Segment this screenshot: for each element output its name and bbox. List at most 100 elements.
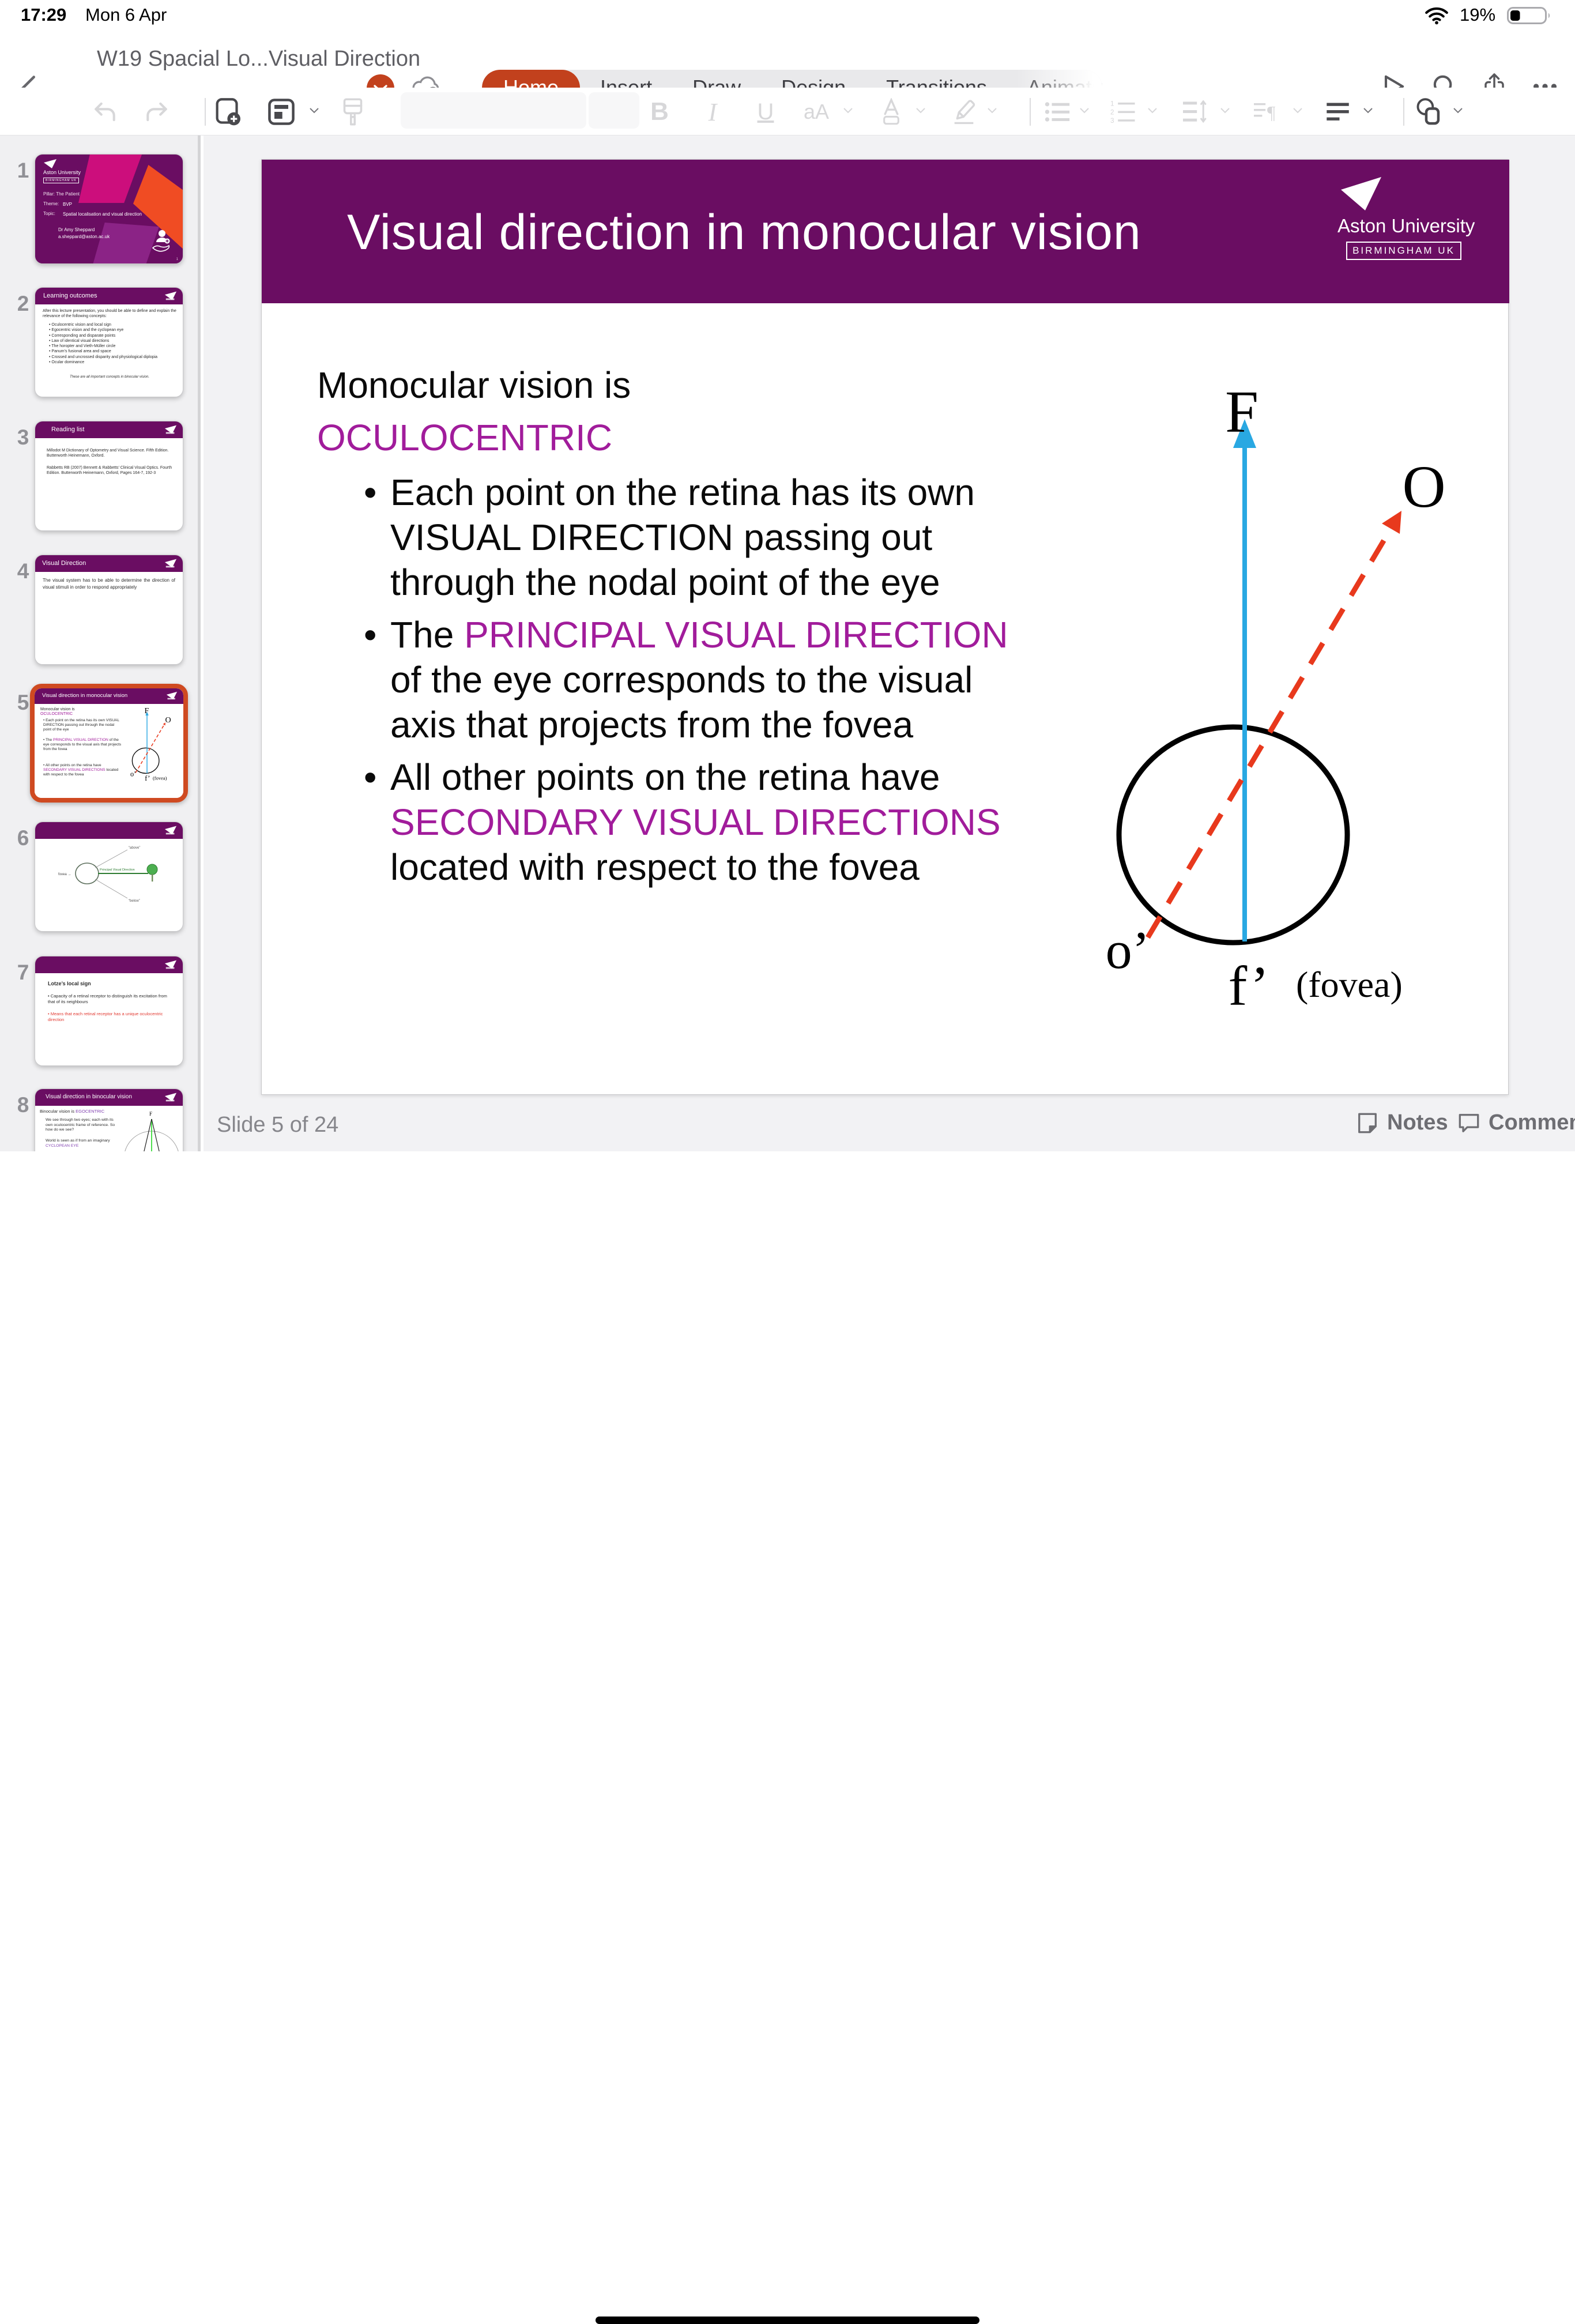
- slide-editor-surface[interactable]: Visual direction in monocular vision Ast…: [261, 159, 1509, 1095]
- person-icon: [149, 228, 174, 256]
- font-size-field[interactable]: [589, 92, 639, 129]
- highlight-chevron-icon[interactable]: [987, 107, 997, 114]
- svg-text:“above”: “above”: [129, 846, 140, 850]
- text-direction-button[interactable]: ¶: [1252, 97, 1282, 127]
- thumb1-topic-label: Topic:: [43, 211, 55, 216]
- slide-layout-button[interactable]: [266, 97, 296, 127]
- slide-thumbnail-7[interactable]: Lotze’s local sign • Capacity of a retin…: [35, 956, 183, 1066]
- thumb7-bullet2: • Means that each retinal receptor has a…: [48, 1011, 170, 1022]
- slide-thumbnail-5-selected[interactable]: Visual direction in monocular vision Mon…: [30, 684, 188, 803]
- thumb5-card: Visual direction in monocular vision Mon…: [35, 688, 183, 798]
- slide-body-bullets[interactable]: Each point on the retina has its own VIS…: [364, 470, 1038, 897]
- format-painter-button[interactable]: [338, 97, 368, 127]
- slide-thumbnail-2[interactable]: Learning outcomes After this lecture pre…: [35, 287, 183, 397]
- aston-logo-name: Aston University: [43, 170, 81, 175]
- aston-logo-icon: [164, 826, 177, 835]
- aston-logo-name: Aston University: [1337, 215, 1470, 237]
- notes-icon: [1356, 1112, 1379, 1135]
- thumb-number-3: 3: [15, 425, 31, 450]
- thumb2-footer: These are all important concepts in bino…: [50, 375, 169, 379]
- label-f-prime: f’: [1229, 955, 1269, 1018]
- label-o-prime: o’: [1106, 921, 1150, 980]
- underline-button[interactable]: U: [751, 97, 781, 127]
- aston-logo-icon: [164, 960, 177, 969]
- italic-button[interactable]: I: [698, 97, 728, 127]
- slide-intro-text[interactable]: Monocular vision is OCULOCENTRIC: [317, 359, 631, 464]
- layout-chevron-icon[interactable]: [309, 107, 319, 114]
- font-name-field[interactable]: [401, 92, 586, 129]
- undo-button[interactable]: [90, 97, 120, 127]
- thumb1-topic-value: Spatial localisation and visual directio…: [63, 212, 178, 217]
- thumb1-author: Dr Amy Sheppard: [58, 227, 95, 232]
- align-button[interactable]: [1324, 97, 1354, 127]
- shapes-button[interactable]: [1414, 97, 1444, 127]
- thumb-number-4: 4: [15, 559, 31, 583]
- thumb3-ref2: Rabbetts RB (2007) Bennett & Rabbetts’ C…: [47, 465, 172, 476]
- thumb5-bullet2: • The PRINCIPAL VISUAL DIRECTION of the …: [43, 738, 123, 752]
- svg-text:F: F: [149, 1111, 152, 1117]
- app-title-bar: W19 Spacial Lo...Visual Direction Home I…: [0, 28, 1575, 88]
- font-size-increase-button[interactable]: aA: [801, 97, 831, 127]
- thumb3-title: Reading list: [51, 426, 84, 433]
- thumb8-para2: World is seen as if from an imaginary CY…: [46, 1139, 119, 1148]
- aston-logo-sub: BIRMINGHAM UK: [1346, 242, 1461, 260]
- aston-logo-icon: [164, 425, 177, 434]
- thumb4-header: Visual Direction: [35, 555, 183, 572]
- toolbar-divider: [1403, 98, 1404, 126]
- font-color-button[interactable]: [876, 97, 906, 127]
- home-strip: [0, 1151, 1575, 1181]
- thumb7-bullet1: • Capacity of a retinal receptor to dist…: [48, 993, 170, 1004]
- svg-text:O: O: [165, 715, 171, 725]
- thumb1-theme-label: Theme:: [43, 201, 59, 206]
- thumb1-email: a.sheppard@aston.ac.uk: [58, 234, 110, 239]
- numbered-list-chevron-icon[interactable]: [1147, 107, 1158, 114]
- svg-text:3: 3: [1110, 117, 1114, 124]
- thumb3-header: Reading list: [35, 421, 183, 438]
- thumb8-para1: We see through two eyes; each with its o…: [46, 1118, 119, 1133]
- comments-button[interactable]: Comments: [1457, 1110, 1575, 1135]
- shapes-chevron-icon[interactable]: [1453, 107, 1463, 114]
- slide-thumbnail-4[interactable]: Visual Direction The visual system has t…: [35, 555, 183, 665]
- svg-text:¶: ¶: [1267, 103, 1275, 123]
- status-bar: 17:29 Mon 6 Apr 19%: [0, 0, 1575, 28]
- font-color-chevron-icon[interactable]: [915, 107, 926, 114]
- highlight-button[interactable]: [949, 97, 979, 127]
- thumb2-title: Learning outcomes: [43, 292, 97, 299]
- eye-visual-direction-diagram[interactable]: F O o’ f’ (fovea): [1098, 367, 1509, 1024]
- slide-thumbnail-6[interactable]: “above” “below” Principal Visual Directi…: [35, 822, 183, 932]
- numbered-list-button[interactable]: 1 2 3: [1108, 97, 1138, 127]
- notes-button[interactable]: Notes: [1356, 1110, 1448, 1135]
- slide-thumbnail-8[interactable]: Visual direction in binocular vision Bin…: [35, 1088, 183, 1151]
- svg-text:(fovea): (fovea): [153, 775, 167, 781]
- thumb5-bullet1: • Each point on the retina has its own V…: [43, 718, 123, 732]
- thumb1-pillar: Pillar: The Patient: [43, 191, 80, 197]
- bold-button[interactable]: B: [645, 97, 675, 127]
- home-indicator[interactable]: [596, 2317, 979, 2324]
- align-chevron-icon[interactable]: [1363, 107, 1373, 114]
- thumb-number-6: 6: [15, 826, 31, 850]
- document-title[interactable]: W19 Spacial Lo...Visual Direction: [97, 47, 420, 71]
- bullet-list-button[interactable]: [1042, 97, 1072, 127]
- battery-icon: [1507, 7, 1552, 24]
- thumb8-diagram: F: [123, 1110, 180, 1151]
- bullet-3: All other points on the retina have SECO…: [364, 755, 1038, 890]
- slide-thumbnail-1[interactable]: Aston University BIRMINGHAM UK Pillar: T…: [35, 154, 183, 264]
- bullet-2: The PRINCIPAL VISUAL DIRECTION of the ey…: [364, 612, 1038, 747]
- red-arrowhead: [1382, 511, 1401, 534]
- svg-text:2: 2: [1110, 108, 1114, 116]
- thumb-number-5: 5: [15, 691, 31, 715]
- slide-title-band[interactable]: Visual direction in monocular vision Ast…: [262, 160, 1509, 303]
- font-size-chevron-icon[interactable]: [843, 107, 853, 114]
- redo-button[interactable]: [142, 97, 172, 127]
- svg-text:f’: f’: [145, 774, 150, 782]
- thumb1-theme-value: BVP: [63, 202, 72, 207]
- line-spacing-button[interactable]: [1181, 97, 1211, 127]
- new-slide-button[interactable]: [213, 97, 243, 127]
- bullet-list-chevron-icon[interactable]: [1079, 107, 1090, 114]
- aston-logo-icon: [1337, 176, 1385, 212]
- line-spacing-chevron-icon[interactable]: [1220, 107, 1230, 114]
- slide-thumbnail-3[interactable]: Reading list Millodot M Dictionary of Op…: [35, 421, 183, 531]
- slide-title[interactable]: Visual direction in monocular vision: [347, 204, 1141, 261]
- thumb-number-7: 7: [15, 961, 31, 985]
- text-direction-chevron-icon[interactable]: [1293, 107, 1303, 114]
